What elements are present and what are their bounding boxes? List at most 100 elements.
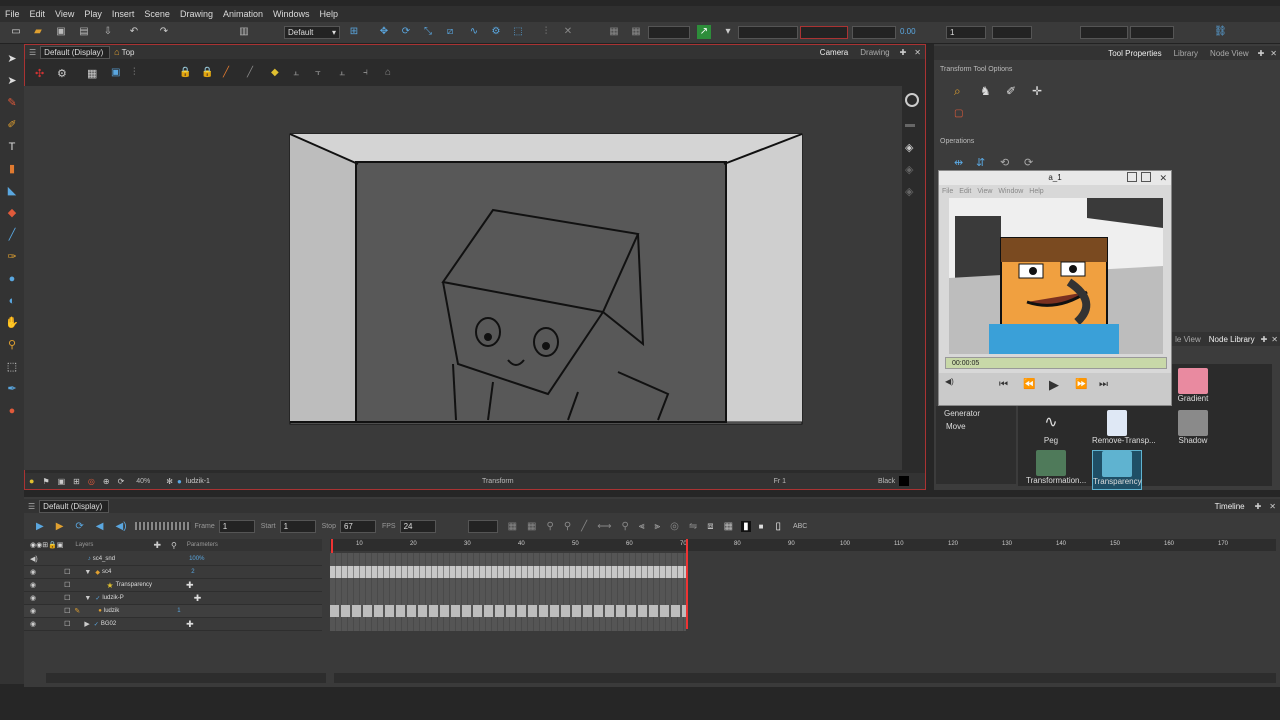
- tab-camera[interactable]: Camera: [814, 48, 854, 57]
- frame-track-area[interactable]: [330, 553, 686, 631]
- reset-icon[interactable]: ✕: [562, 26, 574, 38]
- player-seek-bar[interactable]: 00:00:05: [945, 357, 1167, 369]
- lock-all-icon[interactable]: 🔒: [201, 67, 213, 78]
- node-transparency[interactable]: Transparency: [1092, 450, 1142, 490]
- menu-insert[interactable]: Insert: [107, 9, 140, 19]
- timeline-menu-icon[interactable]: ☰: [28, 502, 35, 511]
- stop-marker[interactable]: [686, 539, 688, 629]
- ik-tool-icon[interactable]: ⚙: [490, 26, 502, 38]
- line-tool-icon[interactable]: ╱: [5, 228, 19, 242]
- layer-row[interactable]: ◀) ♪ sc4_snd 100%: [24, 553, 322, 566]
- skew-y-field[interactable]: [1130, 26, 1174, 39]
- transform-icon[interactable]: ⬚: [512, 26, 524, 38]
- transform-tool-icon[interactable]: ⚲: [5, 338, 19, 352]
- menu-edit[interactable]: Edit: [25, 9, 51, 19]
- rewind-icon[interactable]: ⏪: [1023, 379, 1035, 390]
- speaker-icon[interactable]: ◀): [30, 555, 38, 563]
- tab-drawing[interactable]: Drawing: [854, 48, 895, 57]
- drawing-canvas[interactable]: [288, 132, 804, 426]
- settings-icon[interactable]: ✻: [166, 477, 173, 486]
- pencil-tool-icon[interactable]: ✐: [5, 118, 19, 132]
- grid-icon[interactable]: ▦: [608, 26, 620, 38]
- position-y-field[interactable]: [800, 26, 848, 39]
- last-frame-icon[interactable]: ⫸: [655, 521, 661, 532]
- visibility-header-icon[interactable]: ◉◉⊞🔒▣: [30, 541, 63, 549]
- save-all-icon[interactable]: ▤: [78, 26, 90, 38]
- animate-dropdown-icon[interactable]: ▾: [722, 26, 734, 38]
- playback-speed-slider[interactable]: [134, 522, 191, 530]
- import-icon[interactable]: ⇩: [102, 26, 114, 38]
- ease-icon[interactable]: ╱: [581, 521, 587, 532]
- flip-v-icon[interactable]: ⫟: [315, 67, 321, 78]
- paint-tool-icon[interactable]: ◣: [5, 184, 19, 198]
- maximize-icon[interactable]: [1141, 172, 1151, 182]
- onion-icon[interactable]: ◎: [88, 477, 95, 486]
- layer-row[interactable]: ◉ ☐ ▼ ✓ ludzik-P ✚: [24, 592, 322, 605]
- add-library-icon[interactable]: ✚: [1259, 335, 1270, 344]
- open-icon[interactable]: ▰: [32, 26, 44, 38]
- scale-y-field[interactable]: [992, 26, 1032, 39]
- light-table-icon[interactable]: ⫶: [133, 67, 136, 78]
- eye-icon[interactable]: ◉: [30, 594, 36, 602]
- distribute-icon[interactable]: ⫞: [363, 67, 368, 78]
- motion-keyframe-icon[interactable]: ⚲: [547, 521, 554, 532]
- add-panel-icon[interactable]: ✚: [1255, 49, 1268, 58]
- tab-icon-selected[interactable]: ▮: [741, 520, 751, 532]
- close-library-icon[interactable]: ✕: [1269, 335, 1280, 344]
- frames-scrollbar[interactable]: [334, 673, 1276, 683]
- cutter-tool-icon[interactable]: ⬚: [5, 360, 19, 374]
- player-menu-view[interactable]: View: [974, 188, 995, 195]
- line-icon[interactable]: ╱: [247, 67, 253, 78]
- stop-motion-keyframe-icon[interactable]: ⚲: [564, 521, 571, 532]
- add-row-icon[interactable]: ✚: [194, 593, 202, 604]
- tab-node-library[interactable]: Node Library: [1205, 335, 1259, 344]
- close-timeline-tab-icon[interactable]: ✕: [1265, 502, 1280, 511]
- render-icon[interactable]: ◈: [905, 141, 913, 154]
- menu-view[interactable]: View: [50, 9, 79, 19]
- workspace-manager-icon[interactable]: ⊞: [348, 26, 360, 38]
- scale-x-field[interactable]: 1: [946, 26, 986, 39]
- paint-bucket-icon[interactable]: ◆: [5, 206, 19, 220]
- link-icon[interactable]: ⛓: [1214, 26, 1227, 38]
- ludzik-track[interactable]: [330, 605, 686, 617]
- timeline-options-select[interactable]: [467, 519, 498, 533]
- page-icon[interactable]: ▯: [775, 521, 781, 532]
- collapse-icon[interactable]: ▶: [84, 620, 89, 628]
- paint-brush-icon[interactable]: ╱: [223, 67, 229, 78]
- dot-icon[interactable]: ■: [759, 522, 764, 531]
- node-peg[interactable]: ∿ Peg: [1026, 410, 1076, 450]
- expand-icon[interactable]: ▼: [84, 595, 91, 602]
- play-button-icon[interactable]: ▶: [36, 521, 44, 532]
- close-window-icon[interactable]: ✕: [1159, 171, 1167, 185]
- marquee-icon[interactable]: ▢: [954, 108, 963, 119]
- pivot-select-icon[interactable]: ♞: [980, 84, 991, 98]
- layer-options-icon[interactable]: ⚲: [171, 541, 177, 550]
- skew-tool-icon[interactable]: ⧄: [444, 26, 456, 38]
- peg-icon[interactable]: ⫶: [540, 26, 552, 38]
- add-timeline-tab-icon[interactable]: ✚: [1251, 502, 1266, 511]
- contour-editor-icon[interactable]: ➤: [5, 74, 19, 88]
- camera-view-icon[interactable]: [905, 93, 919, 107]
- node-transformation[interactable]: Transformation...: [1026, 450, 1086, 490]
- preview-icon[interactable]: ▬: [905, 119, 915, 130]
- flip-horizontal-icon[interactable]: ⇹: [954, 156, 963, 169]
- rotate-view-icon[interactable]: ◐: [5, 294, 19, 308]
- add-tab-icon[interactable]: ✚: [896, 48, 911, 57]
- frame-field[interactable]: 1: [218, 519, 255, 533]
- sound-scrub-icon[interactable]: ◀): [116, 521, 127, 532]
- onion-skin-icon[interactable]: ▣: [111, 67, 120, 78]
- checkbox-icon[interactable]: ☐: [64, 594, 70, 602]
- eye-icon[interactable]: ◉: [30, 620, 36, 628]
- menu-help[interactable]: Help: [315, 9, 344, 19]
- insert-blank-icon[interactable]: ⚲: [622, 521, 629, 532]
- dropper-tool-icon[interactable]: ✑: [5, 250, 19, 264]
- menu-animation[interactable]: Animation: [218, 9, 268, 19]
- first-frame-icon[interactable]: ⫷: [639, 521, 645, 532]
- save-icon[interactable]: ▣: [55, 26, 67, 38]
- play-selection-icon[interactable]: ▶: [56, 521, 64, 532]
- onion-skin-toggle-icon[interactable]: ◎: [670, 521, 679, 532]
- frame-icon[interactable]: ▣: [58, 477, 66, 486]
- layer-row[interactable]: ◉ ☐ ▶ ✓ BG02 ✚: [24, 618, 322, 631]
- eye-icon[interactable]: ◉: [30, 568, 36, 576]
- menu-play[interactable]: Play: [79, 9, 107, 19]
